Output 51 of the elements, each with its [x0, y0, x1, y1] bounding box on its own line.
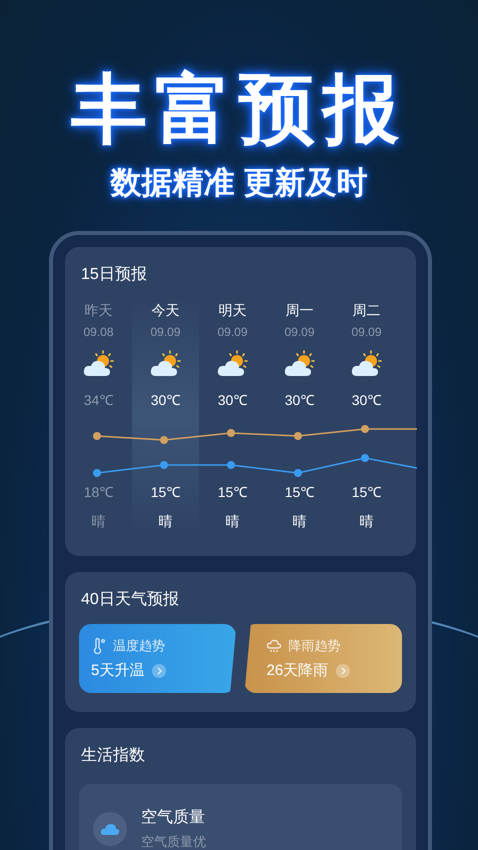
low-temperature: 18℃ — [84, 483, 114, 501]
tile-label: 温度趋势 — [113, 636, 165, 654]
tile-value: 5天升温 — [91, 660, 144, 680]
chevron-circle-icon — [336, 664, 350, 678]
chevron-circle-icon — [152, 664, 166, 678]
cloud-icon — [93, 812, 127, 846]
high-temperature: 30℃ — [150, 391, 180, 409]
day-date: 09.09 — [351, 324, 382, 340]
sun-cloud-icon — [284, 350, 316, 378]
tile-label: 降雨趋势 — [288, 636, 340, 654]
index-subtitle: 空气质量优 — [141, 833, 206, 850]
day-label: 今天 — [152, 301, 180, 320]
day-date: 09.09 — [150, 324, 181, 340]
day-date: 09.08 — [83, 324, 114, 340]
day-label: 周二 — [352, 301, 380, 320]
sun-cloud-icon — [82, 350, 114, 378]
low-temperature: 15℃ — [352, 483, 382, 501]
high-temperature: 34℃ — [84, 391, 114, 409]
index-title: 空气质量 — [141, 808, 206, 828]
rain-cloud-icon — [266, 638, 282, 654]
day-date: 09.09 — [284, 324, 315, 340]
index-item[interactable]: 空气质量 空气质量优 — [79, 784, 402, 850]
subheadline: 数据精准 更新及时 — [110, 164, 368, 202]
weather-condition: 晴 — [158, 512, 172, 530]
day-column[interactable]: 明天 09.09 30℃ 15℃ 晴 — [199, 297, 266, 537]
weather-condition: 晴 — [226, 512, 240, 530]
high-temperature: 30℃ — [352, 391, 382, 409]
sun-cloud-icon — [216, 350, 248, 378]
day-label: 明天 — [218, 301, 246, 320]
day-label: 周一 — [286, 301, 314, 320]
day-column[interactable]: 昨天 09.08 34℃ 18℃ 晴 — [65, 297, 132, 537]
sun-cloud-icon — [150, 350, 182, 378]
weather-condition: 晴 — [92, 512, 106, 530]
thermometer-icon — [91, 638, 107, 654]
weather-condition: 晴 — [292, 512, 306, 530]
sun-cloud-icon — [350, 350, 382, 378]
card-title: 40日天气预报 — [80, 590, 180, 610]
card-title: 15日预报 — [81, 265, 147, 285]
low-temperature: 15℃ — [150, 483, 180, 501]
high-temperature: 30℃ — [218, 391, 248, 409]
weather-condition: 晴 — [360, 512, 374, 530]
low-temperature: 15℃ — [218, 483, 248, 501]
low-temperature: 15℃ — [284, 483, 314, 501]
day-date: 09.09 — [217, 324, 248, 340]
day-column[interactable]: 周一 09.09 30℃ 15℃ 晴 — [266, 297, 333, 537]
high-temperature: 30℃ — [284, 391, 314, 409]
day-column[interactable]: 周二 09.09 30℃ 15℃ 晴 — [333, 297, 400, 537]
tile-value: 26天降雨 — [266, 660, 328, 680]
card-title: 生活指数 — [80, 746, 146, 766]
day-label: 昨天 — [84, 301, 112, 320]
headline: 丰富预报 — [71, 66, 407, 154]
